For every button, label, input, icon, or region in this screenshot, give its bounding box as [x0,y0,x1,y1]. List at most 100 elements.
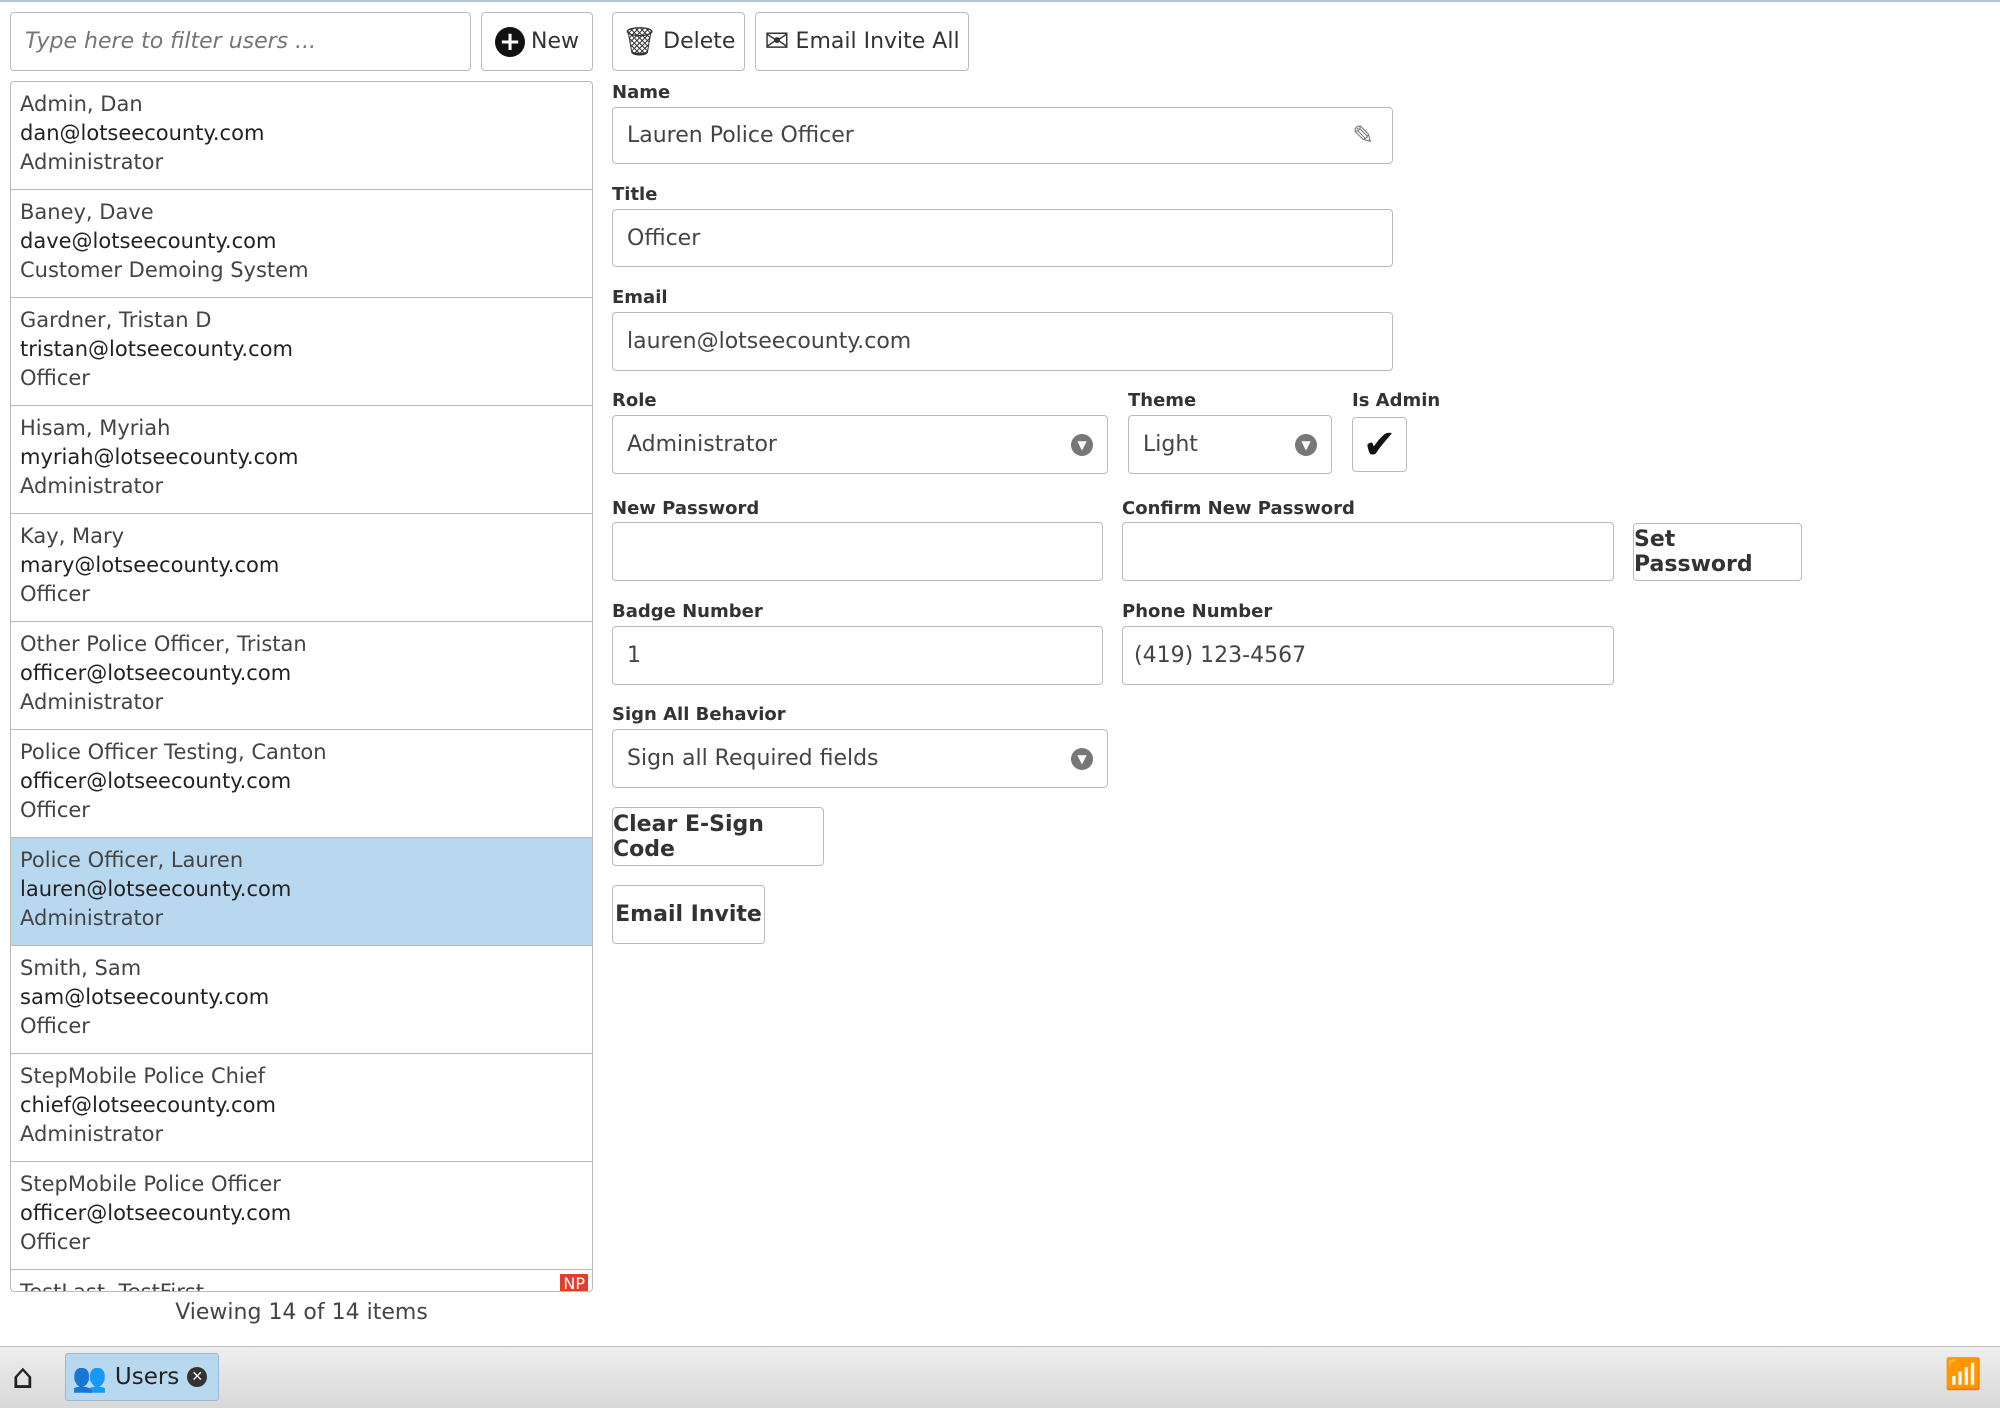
user-list-item[interactable]: TestLast, TestFirst NP [11,1270,592,1291]
user-role: Administrator [20,474,164,498]
badge-value: 1 [627,643,641,668]
theme-value: Light [1143,432,1198,457]
user-role: Officer [20,1230,90,1254]
user-list-item[interactable]: Admin, Dan dan@lotseecounty.com Administra… [11,82,592,190]
user-name: Other Police Officer, Tristan [20,632,307,656]
name-field[interactable]: Lauren Police Officer ✎ [612,107,1393,164]
user-list-item[interactable]: Police Officer Testing, Canton officer@lo… [11,730,592,838]
title-label: Title [612,184,658,205]
role-label: Role [612,390,657,411]
sign-all-value: Sign all Required fields [627,746,879,771]
email-invite-button[interactable]: Email Invite [612,885,765,944]
phone-value: (419) 123-4567 [1134,643,1307,668]
user-list[interactable]: Admin, Dan dan@lotseecounty.com Administra… [10,81,593,1292]
new-button[interactable]: + New [481,12,593,71]
user-list-item[interactable]: StepMobile Police Chief chief@lotseecount… [11,1054,592,1162]
user-role: Officer [20,798,90,822]
user-role: Officer [20,1014,90,1038]
phone-number-label: Phone Number [1122,601,1273,622]
delete-label: Delete [663,29,736,54]
email-value: lauren@lotseecounty.com [627,329,912,354]
user-name: Police Officer Testing, Canton [20,740,327,764]
chevron-down-icon: ▼ [1071,747,1093,770]
user-email: dave@lotseecounty.com [20,229,277,253]
email-field[interactable]: lauren@lotseecounty.com [612,312,1393,371]
user-name: Baney, Dave [20,200,154,224]
user-email: dan@lotseecounty.com [20,121,265,145]
phone-number-input[interactable]: (419) 123-4567 [1122,626,1614,685]
user-email: officer@lotseecounty.com [20,1201,292,1225]
user-name: Smith, Sam [20,956,142,980]
title-value: Officer [627,225,701,251]
clear-esign-button[interactable]: Clear E-Sign Code [612,807,824,866]
set-password-button[interactable]: Set Password [1633,523,1802,581]
user-list-item[interactable]: Police Officer, Lauren lauren@lotseecount… [11,838,592,946]
users-icon: 👥 [72,1360,107,1394]
taskbar: ⌂ 👥 Users ✕ 📶 [0,1346,2000,1408]
user-list-item[interactable]: Hisam, Myriah myriah@lotseecounty.com Admi… [11,406,592,514]
user-role: Officer [20,582,90,606]
user-email: lauren@lotseecounty.com [20,877,292,901]
user-name: Kay, Mary [20,524,125,548]
email-invite-all-button[interactable]: ✉ Email Invite All [755,12,969,71]
checkmark-icon: ✔ [1362,421,1397,468]
user-email: sam@lotseecounty.com [20,985,270,1009]
user-role: Administrator [20,906,164,930]
close-tab-icon[interactable]: ✕ [187,1367,208,1387]
theme-label: Theme [1128,390,1197,411]
new-password-label: New Password [612,498,760,519]
trash-icon: 🗑 [621,25,658,58]
user-role: Administrator [20,150,164,174]
delete-button[interactable]: 🗑 Delete [612,12,745,71]
home-icon[interactable]: ⌂ [12,1357,34,1397]
user-name: Police Officer, Lauren [20,848,244,872]
envelope-icon: ✉ [764,24,790,59]
confirm-password-input[interactable] [1122,522,1614,581]
user-list-item[interactable]: StepMobile Police Officer officer@lotseec… [11,1162,592,1270]
name-value: Lauren Police Officer [627,123,854,148]
confirm-password-label: Confirm New Password [1122,498,1355,519]
user-name: Gardner, Tristan D [20,308,212,332]
tab-users-label: Users [114,1364,180,1390]
is-admin-checkbox[interactable]: ✔ [1352,417,1407,472]
sign-all-select[interactable]: Sign all Required fields ▼ [612,729,1108,788]
tab-users[interactable]: 👥 Users ✕ [65,1353,219,1401]
user-email: myriah@lotseecounty.com [20,445,299,469]
user-email: officer@lotseecounty.com [20,661,292,685]
user-name: Hisam, Myriah [20,416,171,440]
user-role: Administrator [20,690,164,714]
user-list-item[interactable]: Kay, Mary mary@lotseecounty.com Officer [11,514,592,622]
badge-number-input[interactable]: 1 [612,626,1103,685]
user-role: Officer [20,366,90,390]
filter-users-input[interactable] [10,12,471,71]
user-name: StepMobile Police Officer [20,1172,281,1196]
chevron-down-icon: ▼ [1071,433,1093,456]
email-invite-all-label: Email Invite All [795,29,960,54]
user-name: StepMobile Police Chief [20,1064,266,1088]
user-list-item[interactable]: Smith, Sam sam@lotseecounty.com Officer [11,946,592,1054]
badge-number-label: Badge Number [612,601,763,622]
user-email: chief@lotseecounty.com [20,1093,276,1117]
theme-select[interactable]: Light ▼ [1128,415,1332,474]
is-admin-label: Is Admin [1352,390,1441,411]
user-role: Administrator [20,1122,164,1146]
list-count: Viewing 14 of 14 items [175,1300,428,1325]
user-list-item[interactable]: Gardner, Tristan D tristan@lotseecounty.c… [11,298,592,406]
new-password-input[interactable] [612,522,1103,581]
user-name: Admin, Dan [20,92,143,116]
user-list-item[interactable]: Other Police Officer, Tristan officer@lot… [11,622,592,730]
name-label: Name [612,82,671,103]
pencil-icon[interactable]: ✎ [1352,121,1374,151]
role-select[interactable]: Administrator ▼ [612,415,1108,474]
new-label: New [531,29,579,54]
user-role: Customer Demoing System [20,258,309,282]
role-value: Administrator [627,432,777,457]
title-field[interactable]: Officer [612,209,1393,267]
plus-circle-icon: + [495,26,525,57]
user-email: officer@lotseecounty.com [20,769,292,793]
user-list-item[interactable]: Baney, Dave dave@lotseecounty.com Customer… [11,190,592,298]
sign-all-label: Sign All Behavior [612,704,786,725]
user-email: mary@lotseecounty.com [20,553,280,577]
chevron-down-icon: ▼ [1295,433,1317,456]
np-badge: NP [560,1274,588,1291]
